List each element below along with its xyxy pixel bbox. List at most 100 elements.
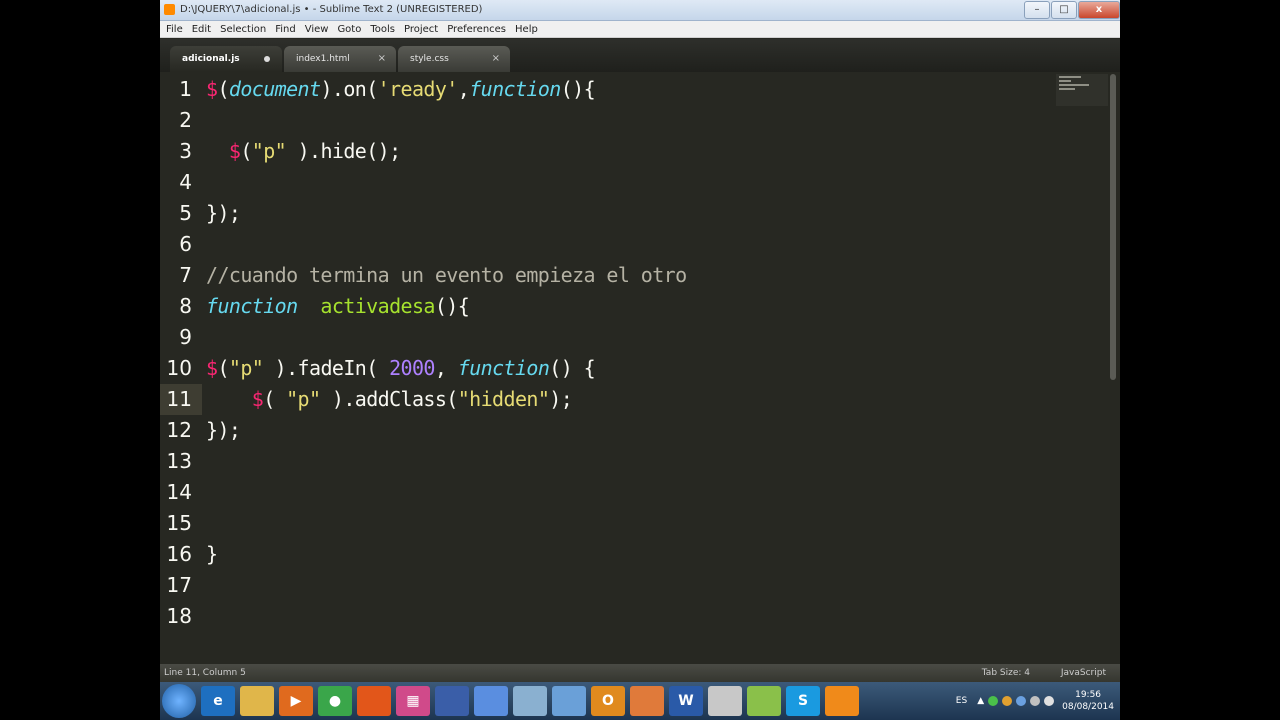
code-line[interactable]: 12}); (160, 415, 1050, 446)
menu-goto[interactable]: Goto (337, 21, 361, 37)
code-line[interactable]: 1 $(document).on('ready',function(){ (160, 74, 1050, 105)
line-number: 14 (166, 480, 192, 504)
line-number: 1 (179, 77, 192, 101)
close-button[interactable]: x (1078, 1, 1120, 19)
code-line[interactable]: 4 (160, 167, 1050, 198)
line-number: 7 (179, 263, 192, 287)
unsaved-dot-icon[interactable] (264, 56, 270, 62)
internet-explorer-icon[interactable]: e (201, 686, 235, 716)
language-indicator[interactable]: ES (956, 696, 967, 706)
tab-close-icon[interactable]: × (378, 46, 386, 72)
file-explorer-icon[interactable] (240, 686, 274, 716)
menu-preferences[interactable]: Preferences (447, 21, 506, 37)
tab-bar: adicional.js index1.html × style.css × (160, 39, 1120, 72)
cursor-position: Line 11, Column 5 (164, 668, 246, 678)
line-number: 16 (166, 542, 192, 566)
code-line[interactable]: 16} (160, 539, 1050, 570)
network-icon[interactable] (1030, 696, 1041, 706)
firefox-icon[interactable] (357, 686, 391, 716)
volume-icon[interactable] (1044, 696, 1055, 706)
code-text: } (206, 542, 218, 566)
line-number: 4 (179, 170, 192, 194)
code-editor[interactable]: 1 $(document).on('ready',function(){ 2 3 … (160, 72, 1120, 664)
taskbar-clock[interactable]: 19:56 08/08/2014 (1062, 689, 1114, 713)
code-line[interactable]: 9 (160, 322, 1050, 353)
line-number: 9 (179, 325, 192, 349)
code-line[interactable]: 13 (160, 446, 1050, 477)
media-player-icon[interactable]: ▶ (279, 686, 313, 716)
paint-icon[interactable] (513, 686, 547, 716)
window-title: D:\JQUERY\7\adicional.js • - Sublime Tex… (180, 4, 483, 15)
line-number: 12 (166, 418, 192, 442)
editor-icon[interactable] (747, 686, 781, 716)
menu-file[interactable]: File (166, 21, 183, 37)
clock-date: 08/08/2014 (1062, 702, 1114, 712)
line-number: 3 (179, 139, 192, 163)
menu-selection[interactable]: Selection (220, 21, 266, 37)
tab-size-indicator[interactable]: Tab Size: 4 (982, 664, 1030, 682)
code-text: $(document).on('ready',function(){ (206, 77, 596, 101)
tray-app-icon[interactable] (1002, 696, 1013, 706)
line-number: 13 (166, 449, 192, 473)
minimap[interactable] (1056, 74, 1108, 106)
outlook-icon[interactable]: O (591, 686, 625, 716)
line-number: 10 (166, 356, 192, 380)
tab-label: adicional.js (182, 54, 240, 64)
menu-project[interactable]: Project (404, 21, 438, 37)
code-line[interactable]: 8 function activadesa(){ (160, 291, 1050, 322)
maximize-button[interactable]: □ (1051, 1, 1077, 19)
code-text: $("p" ).fadeIn( 2000, function() { (206, 356, 596, 380)
code-line[interactable]: 17 (160, 570, 1050, 601)
vertical-scrollbar[interactable] (1110, 74, 1116, 380)
code-text: function activadesa(){ (206, 294, 470, 318)
app-shield-icon[interactable] (435, 686, 469, 716)
code-line[interactable]: 14 (160, 477, 1050, 508)
tab-close-icon[interactable]: × (492, 46, 500, 72)
sublime-text-icon[interactable] (825, 686, 859, 716)
menu-view[interactable]: View (305, 21, 329, 37)
tool-icon[interactable] (630, 686, 664, 716)
menu-bar: File Edit Selection Find View Goto Tools… (160, 21, 1120, 38)
system-tray: ES ▲ 19:56 08/08/2014 (956, 682, 1114, 720)
menu-edit[interactable]: Edit (192, 21, 211, 37)
skype-icon[interactable]: S (786, 686, 820, 716)
code-line[interactable]: 15 (160, 508, 1050, 539)
app-grid-icon[interactable]: ▦ (396, 686, 430, 716)
code-line[interactable]: 3 $("p" ).hide(); (160, 136, 1050, 167)
menu-tools[interactable]: Tools (370, 21, 395, 37)
title-bar[interactable]: D:\JQUERY\7\adicional.js • - Sublime Tex… (160, 0, 1120, 21)
line-number: 2 (179, 108, 192, 132)
code-line[interactable]: 10 $("p" ).fadeIn( 2000, function() { (160, 353, 1050, 384)
code-line[interactable]: 7 //cuando termina un evento empieza el o… (160, 260, 1050, 291)
code-line[interactable]: 18 (160, 601, 1050, 632)
line-number: 18 (166, 604, 192, 628)
tab-style-css[interactable]: style.css × (398, 46, 510, 72)
code-line[interactable]: 2 (160, 105, 1050, 136)
line-number: 6 (179, 232, 192, 256)
tab-adicional-js[interactable]: adicional.js (170, 46, 282, 72)
tab-label: index1.html (296, 54, 350, 64)
minimize-button[interactable]: – (1024, 1, 1050, 19)
code-line-current[interactable]: 11 $( "p" ).addClass("hidden"); (160, 384, 1050, 415)
tray-app-icon[interactable] (1016, 696, 1027, 706)
windows-taskbar: e ▶ ● ▦ O W S ES ▲ 19:56 08/08/2014 (160, 682, 1120, 720)
menu-help[interactable]: Help (515, 21, 538, 37)
code-line[interactable]: 5}); (160, 198, 1050, 229)
window-controls: – □ x (1023, 0, 1120, 19)
start-button-icon[interactable] (162, 684, 196, 718)
notes-icon[interactable] (552, 686, 586, 716)
document-icon[interactable] (708, 686, 742, 716)
code-text: $("p" ).hide(); (228, 139, 401, 163)
word-icon[interactable]: W (669, 686, 703, 716)
tab-index1-html[interactable]: index1.html × (284, 46, 396, 72)
syntax-indicator[interactable]: JavaScript (1061, 664, 1106, 682)
line-number: 8 (179, 294, 192, 318)
menu-find[interactable]: Find (275, 21, 296, 37)
code-text: //cuando termina un evento empieza el ot… (206, 263, 687, 287)
virtualbox-icon[interactable] (474, 686, 508, 716)
line-number: 11 (166, 387, 192, 411)
chrome-icon[interactable]: ● (318, 686, 352, 716)
code-line[interactable]: 6 (160, 229, 1050, 260)
tray-status-icon[interactable] (988, 696, 999, 706)
tray-expand-icon[interactable]: ▲ (977, 696, 984, 706)
